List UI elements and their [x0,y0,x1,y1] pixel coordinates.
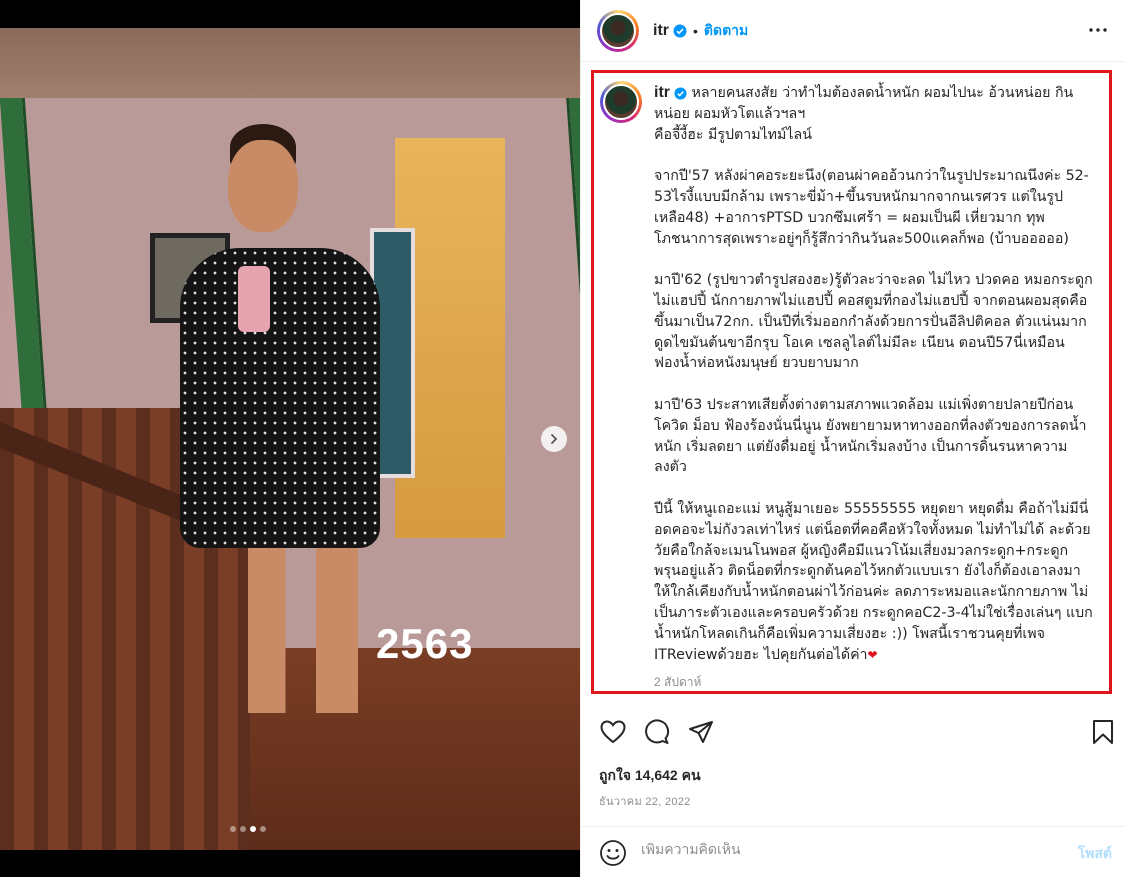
follow-button[interactable]: ติดตาม [704,20,748,42]
comment-bar: โพสต์ [581,826,1125,877]
caption-text: itr หลายคนสงสัย ว่าทำไมต้องลดน้ำหนัก ผอม… [654,83,1094,665]
bookmark-icon[interactable] [1089,718,1117,746]
carousel-dot [260,826,266,832]
caption-highlight-box: itr หลายคนสงสัย ว่าทำไมต้องลดน้ำหนัก ผอม… [591,70,1112,694]
share-icon[interactable] [687,718,715,746]
action-bar [581,712,1125,752]
more-options-icon[interactable] [1088,20,1108,45]
comment-icon[interactable] [643,718,671,746]
post-side-panel: itr • ติดตาม itr หลายคนสงสัย ว่าทำไมต้อง… [580,0,1125,877]
photo-overlay-text: 2563 [376,620,474,667]
chevron-right-icon [551,434,558,444]
carousel-next-button[interactable] [541,426,567,452]
verified-badge-icon [674,86,687,100]
avatar[interactable] [597,9,639,52]
header-username[interactable]: itr [653,22,669,40]
carousel-indicator [230,826,266,832]
carousel-dot [240,826,246,832]
phone [238,266,270,332]
heart-emoji: ❤ [867,647,878,662]
post-header: itr • ติดตาม [581,0,1125,62]
heart-icon[interactable] [599,718,627,746]
comment-input[interactable] [641,842,1041,858]
caption-body: หลายคนสงสัย ว่าทำไมต้องลดน้ำหนัก ผอมไปนะ… [654,85,1093,663]
header-separator: • [693,22,698,39]
caption-username[interactable]: itr [654,84,670,101]
caption-avatar[interactable] [600,81,642,123]
carousel-dot [250,826,256,832]
likes-count[interactable]: ถูกใจ 14,642 คน [599,765,701,787]
verified-badge-icon [673,24,687,38]
person [180,248,380,548]
post-photo: 2563 [0,28,580,850]
post-media[interactable]: 2563 [0,0,580,877]
carousel-dot [230,826,236,832]
post-comment-button[interactable]: โพสต์ [1078,843,1112,865]
emoji-icon[interactable] [599,839,627,867]
post-date: ธันวาคม 22, 2022 [599,796,691,808]
caption-time[interactable]: 2 สัปดาห์ [654,673,701,692]
